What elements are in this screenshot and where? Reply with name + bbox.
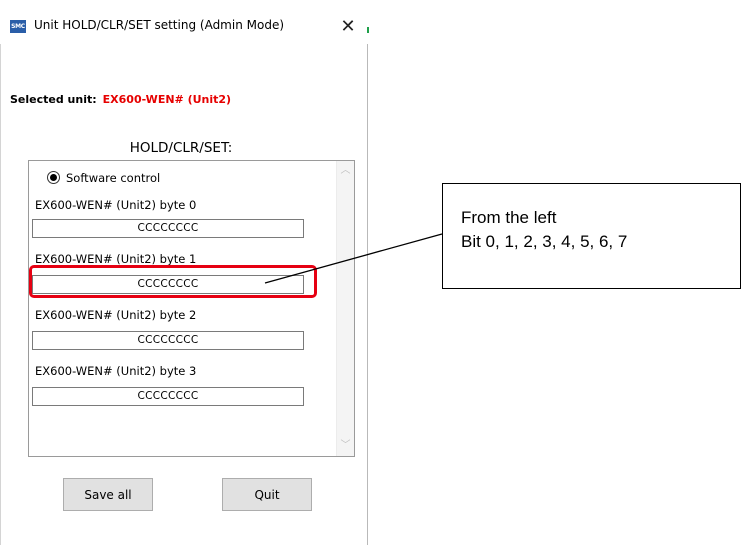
callout-line-2: Bit 0, 1, 2, 3, 4, 5, 6, 7 — [461, 232, 628, 251]
callout-line-1: From the left — [461, 208, 557, 227]
annotation-callout: From the left Bit 0, 1, 2, 3, 4, 5, 6, 7 — [442, 183, 741, 289]
